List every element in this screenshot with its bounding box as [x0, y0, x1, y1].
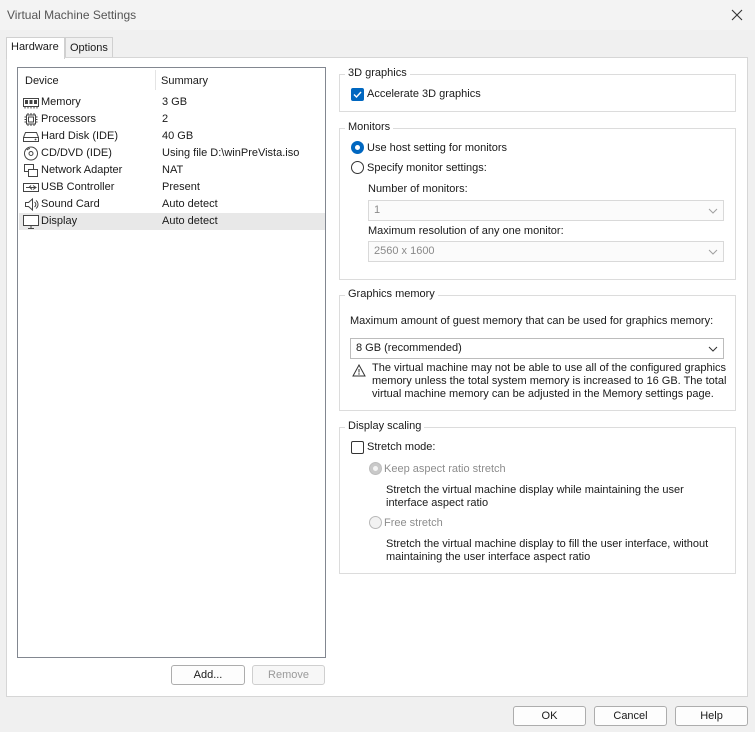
device-row-hard-disk[interactable]: Hard Disk (IDE) 40 GB — [19, 128, 325, 145]
device-summary: Auto detect — [162, 198, 218, 210]
device-summary: 2 — [162, 113, 169, 125]
free-stretch-label[interactable]: Free stretch — [384, 517, 443, 529]
chevron-down-icon — [707, 205, 719, 217]
memory-icon — [23, 95, 39, 110]
stretch-mode-label[interactable]: Stretch mode: — [367, 441, 435, 453]
window-title: Virtual Machine Settings — [7, 8, 137, 22]
tab-hardware-label: Hardware — [11, 41, 59, 53]
device-row-cd-dvd[interactable]: CD/DVD (IDE) Using file D:\winPreVista.i… — [19, 145, 325, 162]
cd-dvd-icon — [23, 146, 39, 161]
device-name: Memory — [41, 96, 81, 108]
max-resolution-label: Maximum resolution of any one monitor: — [368, 225, 564, 237]
display-icon — [23, 214, 39, 229]
device-name: CD/DVD (IDE) — [41, 147, 112, 159]
device-name: Network Adapter — [41, 164, 123, 176]
free-stretch-radio[interactable] — [369, 516, 382, 529]
number-of-monitors-select[interactable]: 1 — [368, 200, 724, 221]
group-title: Monitors — [345, 121, 394, 133]
chevron-down-icon — [707, 246, 719, 258]
device-name: Processors — [41, 113, 97, 125]
tab-options[interactable]: Options — [65, 37, 113, 58]
tab-hardware[interactable]: Hardware — [6, 37, 65, 59]
select-value: 8 GB (recommended) — [356, 342, 462, 354]
device-row-processors[interactable]: Processors 2 — [19, 111, 325, 128]
chevron-down-icon — [707, 343, 719, 355]
specify-monitor-radio[interactable] — [351, 161, 364, 174]
device-row-sound-card[interactable]: Sound Card Auto detect — [19, 196, 325, 213]
tab-options-label: Options — [70, 42, 108, 54]
close-icon[interactable] — [727, 5, 747, 25]
max-resolution-select[interactable]: 2560 x 1600 — [368, 241, 724, 262]
use-host-label[interactable]: Use host setting for monitors — [367, 142, 507, 154]
device-column-header[interactable]: Device — [25, 75, 59, 87]
select-value: 2560 x 1600 — [374, 245, 435, 257]
add-button[interactable]: Add... — [171, 665, 245, 685]
use-host-radio[interactable] — [351, 141, 364, 154]
graphics-memory-warning: The virtual machine may not be able to u… — [372, 362, 727, 400]
hard-disk-icon — [23, 129, 39, 144]
device-summary: Using file D:\winPreVista.iso — [162, 147, 300, 159]
device-summary: 3 GB — [162, 96, 188, 108]
device-summary: 40 GB — [162, 130, 194, 142]
warning-icon — [352, 363, 366, 377]
device-row-usb-controller[interactable]: USB Controller Present — [19, 179, 325, 196]
device-name: Sound Card — [41, 198, 100, 210]
speaker-icon — [23, 197, 39, 212]
device-name: Hard Disk (IDE) — [41, 130, 119, 142]
select-value: 1 — [374, 204, 381, 216]
free-stretch-description: Stretch the virtual machine display to f… — [386, 538, 709, 563]
usb-icon — [23, 180, 39, 195]
device-name: Display — [41, 215, 78, 227]
column-separator[interactable] — [155, 70, 156, 90]
stretch-mode-checkbox[interactable] — [351, 441, 364, 454]
summary-column-header[interactable]: Summary — [161, 75, 208, 87]
group-title: 3D graphics — [345, 67, 410, 79]
keep-aspect-radio[interactable] — [369, 462, 382, 475]
title-bar: Virtual Machine Settings — [0, 0, 755, 30]
device-list[interactable]: Device Summary Memory 3 GB Processors 2 … — [17, 67, 326, 658]
device-name: USB Controller — [41, 181, 115, 193]
accelerate-3d-checkbox[interactable] — [351, 88, 364, 101]
group-title: Display scaling — [345, 420, 425, 432]
ok-button[interactable]: OK — [513, 706, 586, 726]
keep-aspect-label[interactable]: Keep aspect ratio stretch — [384, 463, 506, 475]
processor-icon — [23, 112, 39, 127]
device-summary: Auto detect — [162, 215, 218, 227]
graphics-memory-description: Maximum amount of guest memory that can … — [350, 315, 714, 327]
number-of-monitors-label: Number of monitors: — [368, 183, 468, 195]
cancel-button[interactable]: Cancel — [594, 706, 667, 726]
specify-monitor-label[interactable]: Specify monitor settings: — [367, 162, 487, 174]
device-summary: Present — [162, 181, 200, 193]
group-title: Graphics memory — [345, 288, 438, 300]
accelerate-3d-label[interactable]: Accelerate 3D graphics — [367, 88, 481, 100]
remove-button[interactable]: Remove — [252, 665, 325, 685]
device-row-display[interactable]: Display Auto detect — [19, 213, 325, 230]
device-summary: NAT — [162, 164, 184, 176]
keep-aspect-description: Stretch the virtual machine display whil… — [386, 484, 684, 509]
device-row-memory[interactable]: Memory 3 GB — [19, 94, 325, 111]
help-button[interactable]: Help — [675, 706, 748, 726]
graphics-memory-select[interactable]: 8 GB (recommended) — [350, 338, 724, 359]
device-row-network-adapter[interactable]: Network Adapter NAT — [19, 162, 325, 179]
network-adapter-icon — [23, 163, 39, 178]
